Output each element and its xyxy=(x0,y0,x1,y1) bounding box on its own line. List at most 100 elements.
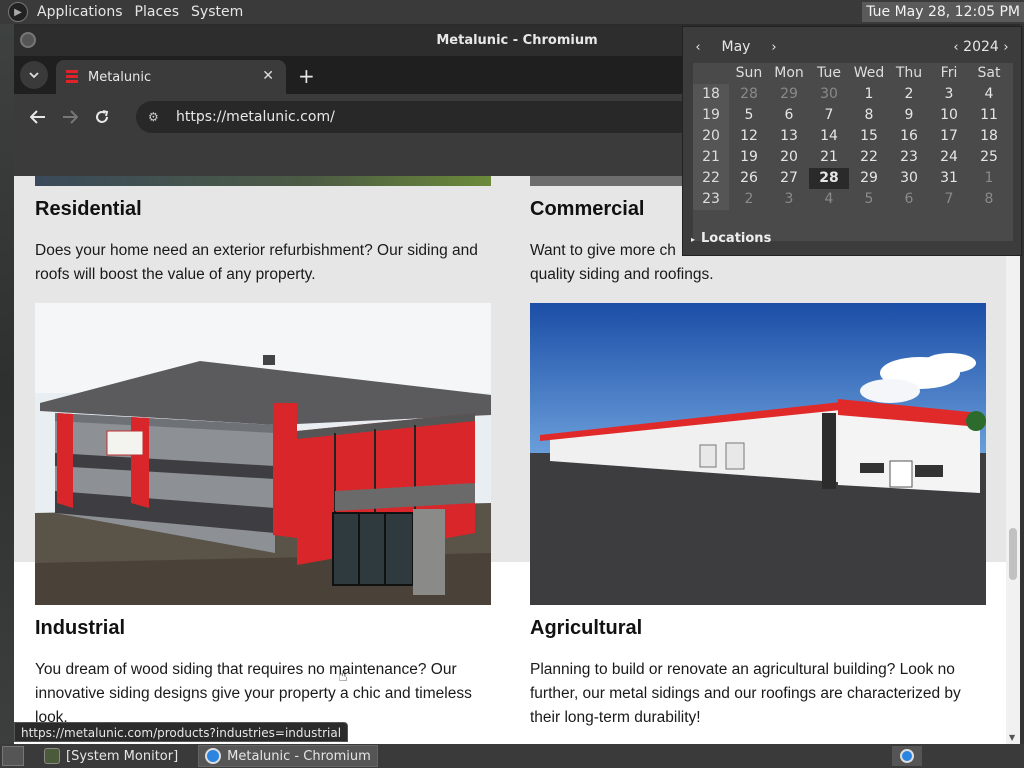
calendar-day[interactable]: 3 xyxy=(929,84,969,105)
calendar-day[interactable]: 15 xyxy=(849,126,889,147)
task-chromium[interactable]: Metalunic - Chromium xyxy=(198,745,378,767)
calendar-day[interactable]: 7 xyxy=(809,105,849,126)
calendar-month: May xyxy=(721,39,751,55)
page-scrollbar[interactable]: ▲ ▼ xyxy=(1006,176,1020,744)
calendar-day[interactable]: 30 xyxy=(809,84,849,105)
reload-button[interactable] xyxy=(86,101,118,133)
calendar-day[interactable]: 6 xyxy=(889,189,929,210)
calendar-day[interactable]: 8 xyxy=(849,105,889,126)
calendar-day[interactable]: 13 xyxy=(769,126,809,147)
arrow-left-icon xyxy=(30,110,45,124)
chevron-down-icon xyxy=(29,72,39,78)
back-button[interactable] xyxy=(22,101,54,133)
calendar-day[interactable]: 19 xyxy=(729,147,769,168)
calendar-day[interactable]: 27 xyxy=(769,168,809,189)
card-industrial: Industrial You dream of wood siding that… xyxy=(35,617,491,730)
locations-expander[interactable]: ▸ Locations xyxy=(691,231,771,246)
calendar-day[interactable]: 18 xyxy=(969,126,1009,147)
card-heading[interactable]: Industrial xyxy=(35,617,491,640)
scroll-down-icon[interactable]: ▼ xyxy=(1009,733,1015,742)
calendar-day[interactable]: 8 xyxy=(969,189,1009,210)
calendar-day[interactable]: 24 xyxy=(929,147,969,168)
calendar-day[interactable]: 2 xyxy=(889,84,929,105)
calendar-day[interactable]: 4 xyxy=(809,189,849,210)
calendar-day[interactable]: 1 xyxy=(849,84,889,105)
hand-cursor-icon: ☝ xyxy=(338,666,348,685)
week-number: 20 xyxy=(693,126,729,147)
prev-year-icon[interactable]: ‹ xyxy=(949,40,963,55)
residential-photo[interactable] xyxy=(35,176,491,186)
weekday-header: Sun Mon Tue Wed Thu Fri Sat xyxy=(693,63,1013,84)
url-text[interactable]: https://metalunic.com/ xyxy=(176,109,335,125)
calendar-day[interactable]: 9 xyxy=(889,105,929,126)
card-heading[interactable]: Residential xyxy=(35,198,491,221)
calendar-week-row: 19 5 6 7 8 9 10 11 xyxy=(693,105,1013,126)
calendar-day[interactable]: 17 xyxy=(929,126,969,147)
weekday-label: Sat xyxy=(977,65,1001,81)
system-menu[interactable]: System xyxy=(188,4,252,20)
calendar-day[interactable]: 4 xyxy=(969,84,1009,105)
calendar-day[interactable]: 7 xyxy=(929,189,969,210)
calendar-week-row: 23 2 3 4 5 6 7 8 xyxy=(693,189,1013,210)
calendar-day[interactable]: 28 xyxy=(809,168,849,189)
places-menu[interactable]: Places xyxy=(132,4,189,20)
calendar-day[interactable]: 5 xyxy=(849,189,889,210)
forward-button[interactable] xyxy=(54,101,86,133)
calendar-day[interactable]: 22 xyxy=(849,147,889,168)
window-menu-icon[interactable] xyxy=(20,32,36,48)
next-month-icon[interactable]: › xyxy=(767,40,781,55)
industrial-photo[interactable] xyxy=(35,303,491,605)
arrow-right-icon xyxy=(63,110,78,124)
distro-logo-icon[interactable]: ▶ xyxy=(8,2,28,22)
calendar-day[interactable]: 14 xyxy=(809,126,849,147)
tab-title: Metalunic xyxy=(88,69,152,85)
task-label: [System Monitor] xyxy=(66,748,179,764)
weekday-label: Sun xyxy=(735,65,763,81)
desktop-background xyxy=(0,24,14,744)
address-bar[interactable]: ⚙ https://metalunic.com/ xyxy=(136,101,696,133)
agricultural-photo[interactable] xyxy=(530,303,986,605)
calendar-day[interactable]: 16 xyxy=(889,126,929,147)
new-tab-button[interactable]: + xyxy=(298,64,315,88)
agricultural-building-image xyxy=(530,303,986,605)
calendar-day[interactable]: 31 xyxy=(929,168,969,189)
panel-clock[interactable]: Tue May 28, 12:05 PM xyxy=(862,2,1024,22)
site-settings-icon[interactable]: ⚙ xyxy=(148,110,164,124)
calendar-day[interactable]: 6 xyxy=(769,105,809,126)
tab-metalunic[interactable]: Metalunic ✕ xyxy=(56,60,286,94)
calendar-day[interactable]: 25 xyxy=(969,147,1009,168)
calendar-day[interactable]: 21 xyxy=(809,147,849,168)
tab-search-button[interactable] xyxy=(20,61,48,89)
calendar-day[interactable]: 29 xyxy=(849,168,889,189)
calendar-day[interactable]: 30 xyxy=(889,168,929,189)
chromium-icon xyxy=(205,748,222,764)
task-label: Metalunic - Chromium xyxy=(227,748,371,764)
calendar-day[interactable]: 12 xyxy=(729,126,769,147)
calendar-day[interactable]: 28 xyxy=(729,84,769,105)
applications-menu[interactable]: Applications xyxy=(34,4,132,20)
task-system-monitor[interactable]: [System Monitor] xyxy=(38,745,184,767)
calendar-day[interactable]: 26 xyxy=(729,168,769,189)
next-year-icon[interactable]: › xyxy=(999,40,1013,55)
close-tab-icon[interactable]: ✕ xyxy=(262,68,274,84)
calendar-day[interactable]: 23 xyxy=(889,147,929,168)
card-heading[interactable]: Agricultural xyxy=(530,617,986,640)
card-description: Does your home need an exterior refurbis… xyxy=(35,242,478,283)
calendar-day[interactable]: 3 xyxy=(769,189,809,210)
calendar-day[interactable]: 20 xyxy=(769,147,809,168)
calendar-day[interactable]: 10 xyxy=(929,105,969,126)
chromium-tray-icon xyxy=(900,749,914,763)
calendar-day[interactable]: 2 xyxy=(729,189,769,210)
show-desktop-icon[interactable] xyxy=(2,746,24,766)
calendar-day[interactable]: 1 xyxy=(969,168,1009,189)
calendar-day[interactable]: 29 xyxy=(769,84,809,105)
link-status-bubble: https://metalunic.com/products?industrie… xyxy=(14,722,349,742)
scrollbar-thumb[interactable] xyxy=(1009,528,1017,580)
card-residential: Residential Does your home need an exter… xyxy=(35,198,491,287)
calendar-day[interactable]: 5 xyxy=(729,105,769,126)
card-description-line2: quality siding and roofings. xyxy=(530,266,714,283)
prev-month-icon[interactable]: ‹ xyxy=(691,40,705,55)
calendar-day[interactable]: 11 xyxy=(969,105,1009,126)
metalunic-favicon-icon xyxy=(66,70,78,84)
tray-chromium[interactable] xyxy=(892,746,922,766)
